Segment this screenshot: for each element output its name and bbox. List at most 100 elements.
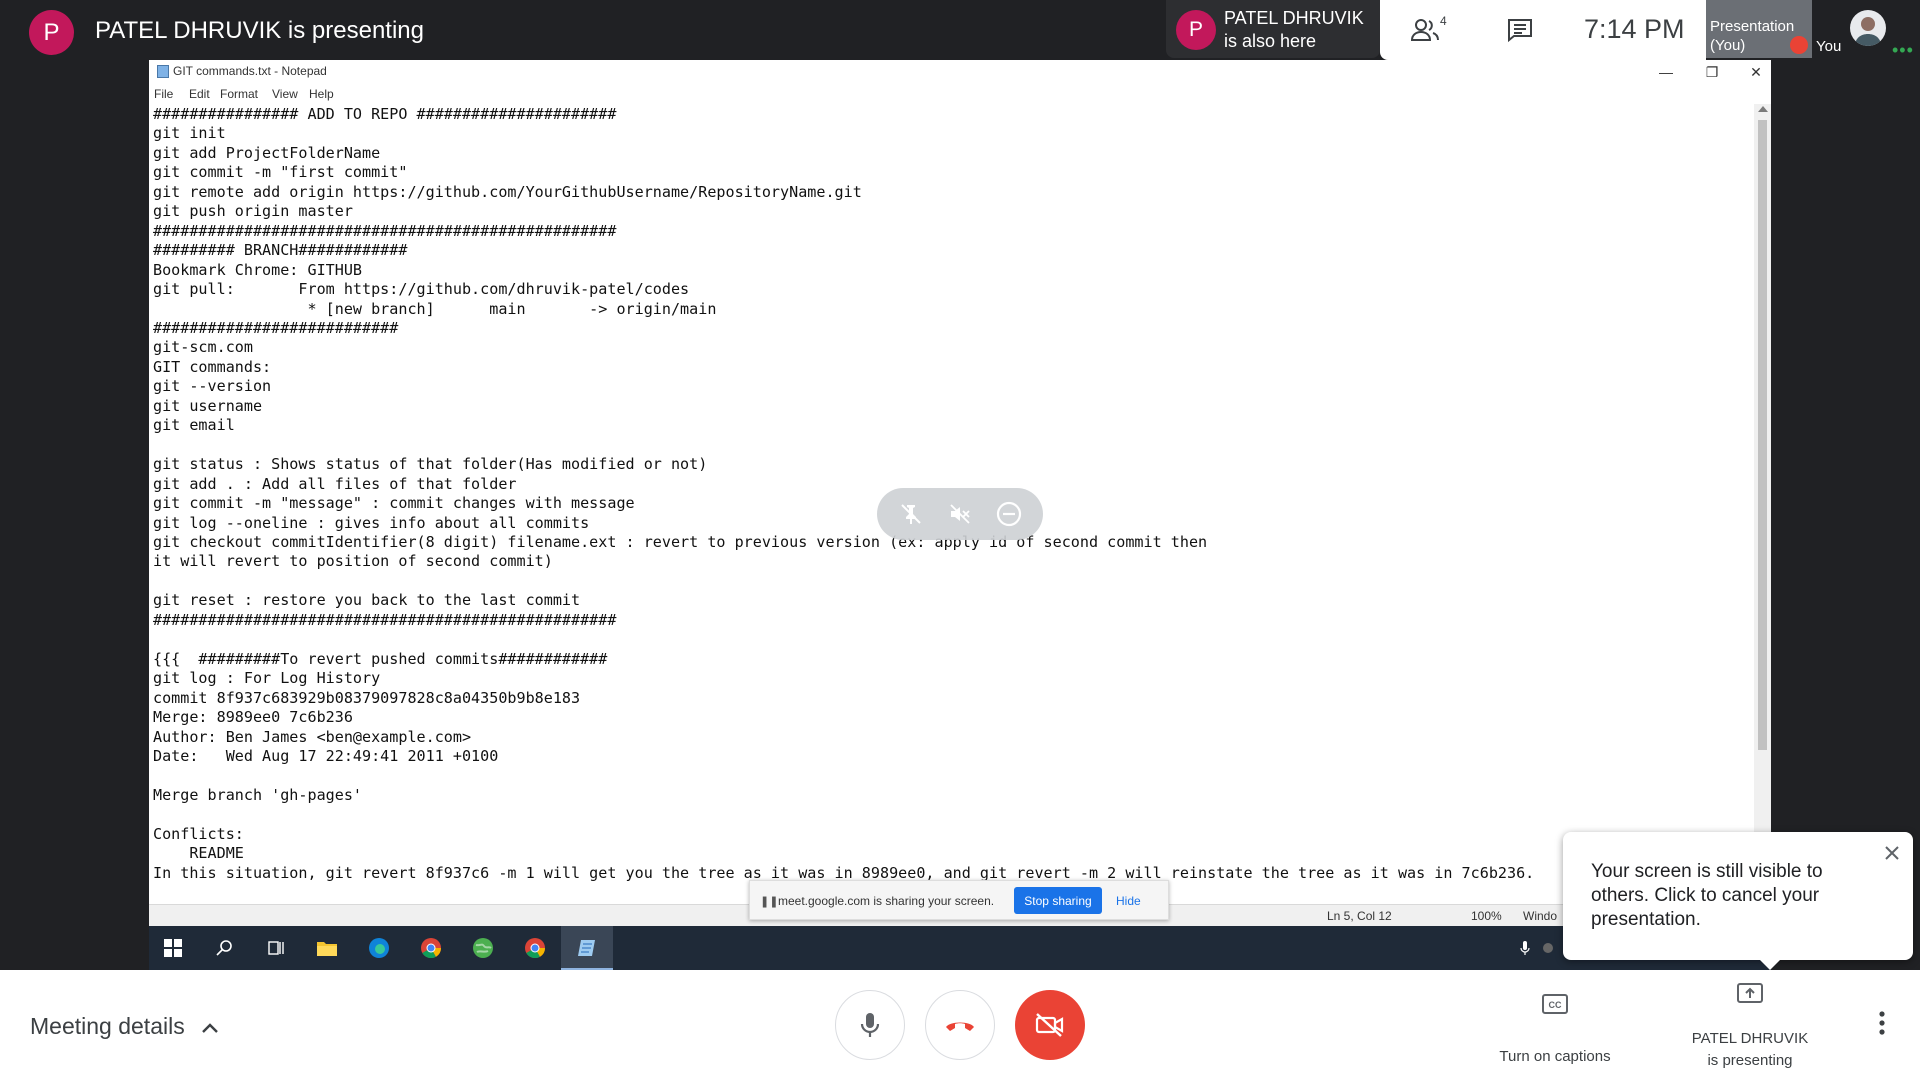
mute-presentation-button[interactable] — [946, 500, 974, 528]
chat-icon — [1508, 19, 1532, 43]
cursor-position: Ln 5, Col 12 — [1327, 909, 1392, 923]
self-presentation-tile[interactable]: Presentation (You) — [1706, 0, 1812, 58]
camera-button[interactable] — [1015, 990, 1085, 1060]
tray-app-icon[interactable] — [1532, 932, 1564, 964]
start-button[interactable] — [157, 932, 189, 964]
stop-sharing-button[interactable]: Stop sharing — [1014, 887, 1102, 914]
share-notice-text: meet.google.com is sharing your screen. — [778, 894, 995, 908]
taskbar-chrome-2[interactable] — [519, 932, 551, 964]
hide-notice-button[interactable]: Hide — [1116, 894, 1141, 908]
also-here-avatar: P — [1176, 10, 1216, 50]
toast-pointer — [1758, 958, 1782, 970]
task-view-icon — [268, 941, 284, 955]
folder-icon — [317, 942, 337, 956]
notepad-titlebar: GIT commands.txt - Notepad — ❐ ✕ — [149, 60, 1771, 84]
present-screen-icon — [1737, 983, 1763, 1003]
more-options-button[interactable] — [1870, 1008, 1894, 1038]
minus-circle-icon — [996, 501, 1022, 527]
minimize-icon: — — [1659, 64, 1673, 80]
scroll-up-icon[interactable] — [1758, 106, 1768, 112]
notepad-icon — [157, 65, 169, 78]
chrome-icon — [421, 938, 442, 959]
close-icon — [1885, 846, 1899, 860]
also-here-name: PATEL DHRUVIK — [1224, 8, 1364, 28]
minimize-button[interactable]: — — [1643, 62, 1689, 82]
menu-help[interactable]: Help — [309, 87, 334, 101]
presenting-button[interactable]: PATEL DHRUVIK is presenting — [1680, 982, 1820, 1069]
self-tile-title: Presentation — [1710, 18, 1795, 35]
globe-icon — [473, 938, 493, 958]
close-icon: ✕ — [1750, 63, 1762, 80]
self-tile-subtitle: (You) — [1710, 37, 1746, 54]
top-actions: 4 7:14 PM — [1380, 0, 1706, 60]
more-vertical-icon — [1879, 1011, 1885, 1035]
taskbar-explorer[interactable] — [311, 932, 343, 964]
notepad-menubar: File Edit Format View Help — [149, 84, 1771, 104]
svg-text:CC: CC — [1549, 1000, 1562, 1010]
microphone-button[interactable] — [835, 990, 905, 1060]
search-icon — [216, 940, 232, 956]
presenting-status: is presenting — [1707, 1052, 1793, 1069]
zoom-level: 100% — [1471, 909, 1502, 923]
restore-icon: ❐ — [1705, 63, 1719, 80]
taskbar-edge[interactable] — [363, 932, 395, 964]
notepad-icon — [578, 940, 595, 956]
toast-message[interactable]: Your screen is still visible to others. … — [1591, 860, 1871, 932]
also-here-panel[interactable]: P PATEL DHRUVIK is also here — [1166, 0, 1380, 58]
menu-edit[interactable]: Edit — [189, 87, 210, 101]
line-ending: Windo — [1523, 909, 1558, 923]
drag-handle-icon[interactable]: ❚❚ — [760, 895, 778, 908]
people-icon — [1410, 19, 1439, 41]
you-label: You — [1816, 38, 1842, 55]
muted-icon — [1790, 36, 1808, 54]
leave-call-button[interactable] — [925, 990, 995, 1060]
screen-share-notice: ❚❚ meet.google.com is sharing your scree… — [749, 880, 1169, 920]
menu-format[interactable]: Format — [220, 87, 258, 101]
menu-file[interactable]: File — [154, 87, 173, 101]
taskbar-search-button[interactable] — [209, 932, 241, 964]
taskbar-chrome[interactable] — [415, 932, 447, 964]
vertical-scrollbar[interactable] — [1754, 104, 1771, 904]
user-avatar[interactable] — [1850, 10, 1886, 46]
camera-off-icon — [1035, 1013, 1064, 1037]
meet-window: P PATEL DHRUVIK is presenting P PATEL DH… — [0, 0, 1920, 1080]
presenter-avatar: P — [29, 10, 74, 55]
bottom-bar: Meeting details CC Turn on captions PATE… — [0, 970, 1920, 1080]
presentation-toast[interactable]: Your screen is still visible to others. … — [1563, 832, 1913, 970]
restore-button[interactable]: ❐ — [1689, 62, 1735, 82]
top-bar: P PATEL DHRUVIK is presenting P PATEL DH… — [0, 0, 1920, 60]
scroll-thumb[interactable] — [1758, 120, 1767, 750]
clock: 7:14 PM — [1584, 14, 1685, 44]
chrome-icon — [525, 938, 546, 959]
pin-off-button[interactable] — [897, 500, 925, 528]
microphone-icon — [1520, 941, 1530, 955]
tray-icon — [1543, 943, 1553, 953]
taskbar-notepad-active[interactable] — [561, 926, 613, 970]
hang-up-icon — [946, 1022, 974, 1031]
also-here-status: is also here — [1224, 31, 1317, 51]
windows-icon — [164, 939, 182, 957]
captions-icon: CC — [1542, 994, 1568, 1014]
speaking-dots-icon: ••• — [1892, 40, 1914, 60]
menu-view[interactable]: View — [272, 87, 298, 101]
person-icon — [1855, 17, 1881, 46]
windows-taskbar — [149, 926, 1771, 970]
task-view-button[interactable] — [260, 932, 292, 964]
chevron-up-icon[interactable] — [199, 1017, 221, 1039]
volume-off-icon — [950, 504, 970, 524]
notepad-title: GIT commands.txt - Notepad — [173, 64, 327, 78]
toast-close-button[interactable] — [1881, 842, 1903, 864]
edge-icon — [369, 938, 389, 958]
captions-button[interactable]: CC Turn on captions — [1480, 988, 1630, 1065]
floating-share-controls — [877, 488, 1043, 540]
presenter-title: PATEL DHRUVIK is presenting — [95, 17, 425, 44]
presenting-name: PATEL DHRUVIK — [1691, 1030, 1809, 1047]
unpin-icon — [901, 504, 921, 524]
chat-button[interactable] — [1496, 10, 1544, 50]
stop-presenting-button[interactable] — [995, 500, 1023, 528]
microphone-icon — [860, 1013, 880, 1037]
taskbar-app-globe[interactable] — [467, 932, 499, 964]
meeting-details-button[interactable]: Meeting details — [30, 1013, 185, 1040]
close-window-button[interactable]: ✕ — [1733, 62, 1771, 82]
captions-label: Turn on captions — [1499, 1048, 1611, 1065]
